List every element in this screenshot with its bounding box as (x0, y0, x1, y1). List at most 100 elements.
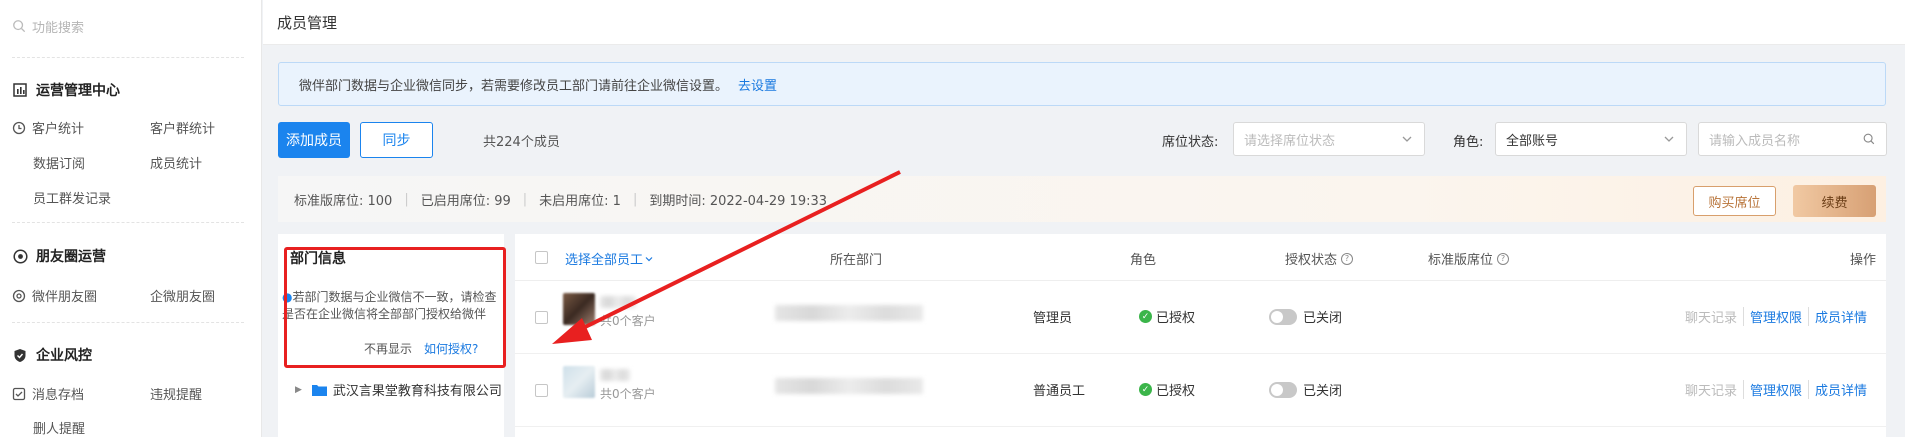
renew-button[interactable]: 续费 (1793, 185, 1876, 217)
blurred-text (600, 296, 636, 308)
avatar-image (563, 366, 595, 398)
archive-icon (12, 387, 26, 401)
chevron-down-icon (1664, 136, 1674, 142)
header-actions: 操作 (1850, 253, 1877, 268)
nav-group-send-records[interactable]: 员工群发记录 (33, 188, 111, 207)
member-name (600, 295, 640, 309)
section-moments[interactable]: 朋友圈运营 (12, 246, 106, 266)
role-cell: 管理员 (1033, 311, 1073, 326)
nav-data-subscription[interactable]: 数据订阅 (33, 153, 85, 172)
nav-group-stats[interactable]: 客户群统计 (150, 118, 215, 137)
seat-toggle[interactable] (1269, 308, 1297, 325)
manage-permissions-link[interactable]: 管理权限 (1743, 307, 1808, 326)
check-circle-icon: ✓ (1139, 310, 1152, 323)
section-risk-control[interactable]: 企业风控 (12, 345, 92, 365)
caret-right-icon[interactable]: ▶ (295, 385, 302, 395)
role-cell: 普通员工 (1033, 384, 1086, 399)
auth-text: 已授权 (1156, 311, 1196, 326)
row-checkbox[interactable] (535, 384, 548, 397)
customer-count: 共0个客户 (600, 314, 656, 328)
blurred-text (775, 378, 923, 394)
enabled-seats: 已启用席位: 99 (420, 193, 511, 209)
section-operations-center[interactable]: 运营管理中心 (12, 80, 120, 100)
divider (12, 57, 244, 58)
member-detail-link[interactable]: 成员详情 (1808, 380, 1873, 399)
function-search-input[interactable]: 功能搜索 (12, 10, 244, 42)
header-label: 授权状态 (1285, 253, 1338, 268)
aperture-icon (12, 289, 26, 303)
nav-label: 成员统计 (150, 157, 203, 172)
sidebar: 功能搜索 运营管理中心 客户统计 客户群统计 数据订阅 成员统计 员工群发记录 … (0, 0, 262, 437)
auth-status-cell: ✓ 已授权 (1139, 380, 1195, 399)
nav-member-stats[interactable]: 成员统计 (150, 153, 202, 172)
row-checkbox[interactable] (535, 311, 548, 324)
manage-permissions-link[interactable]: 管理权限 (1743, 380, 1808, 399)
avatar (563, 366, 595, 398)
header-department: 所在部门 (830, 253, 883, 268)
header-label: 选择全部员工 (565, 253, 644, 268)
avatar (563, 293, 595, 325)
row-actions: 聊天记录 管理权限 成员详情 (1679, 307, 1873, 326)
department-cell (775, 305, 923, 321)
sync-button[interactable]: 同步 (360, 122, 433, 158)
nav-enterprise-moments[interactable]: 企微朋友圈 (150, 286, 215, 305)
section-title: 朋友圈运营 (36, 249, 106, 265)
member-name-search[interactable]: 请输入成员名称 (1698, 122, 1887, 156)
nav-label: 员工群发记录 (33, 192, 112, 207)
annotation-highlight-box (284, 247, 506, 368)
auth-status-cell: ✓ 已授权 (1139, 307, 1195, 326)
help-icon[interactable]: ? (1497, 252, 1510, 265)
divider (12, 222, 244, 223)
help-icon[interactable]: ? (1341, 252, 1354, 265)
blurred-text (775, 305, 923, 321)
main-content: 成员管理 微伴部门数据与企业微信同步，若需要修改员工部门请前往企业微信设置。 去… (263, 0, 1905, 437)
table-row: 共0个客户 管理员 ✓ 已授权 已关闭 聊天记录 管理权限 成员详情 (515, 281, 1886, 354)
role-label: 角色: (1453, 135, 1484, 150)
select-all-dropdown[interactable]: 选择全部员工 (565, 249, 655, 268)
avatar-image (563, 293, 595, 325)
header-role: 角色 (1130, 253, 1157, 268)
chat-records-link[interactable]: 聊天记录 (1679, 307, 1743, 326)
separator: | (632, 191, 638, 207)
nav-customer-stats[interactable]: 客户统计 (12, 118, 84, 137)
seat-toggle[interactable] (1269, 381, 1297, 398)
add-member-button[interactable]: 添加成员 (278, 122, 350, 158)
sync-notice: 微伴部门数据与企业微信同步，若需要修改员工部门请前往企业微信设置。 去设置 (278, 62, 1886, 106)
auth-text: 已授权 (1156, 384, 1196, 399)
nav-label: 客户群统计 (150, 122, 216, 137)
chat-records-link[interactable]: 聊天记录 (1679, 380, 1743, 399)
header-auth-status: 授权状态? (1285, 249, 1354, 268)
nav-wechat-moments[interactable]: 微伴朋友圈 (12, 286, 97, 305)
checkbox[interactable] (535, 384, 548, 397)
member-table: 选择全部员工 所在部门 角色 授权状态? 标准版席位? 操作 共0个客户 管理员… (515, 234, 1886, 437)
go-settings-link[interactable]: 去设置 (738, 75, 777, 94)
member-detail-link[interactable]: 成员详情 (1808, 307, 1873, 326)
nav-label: 数据订阅 (33, 157, 86, 172)
nav-label: 企微朋友圈 (150, 290, 216, 305)
select-all-checkbox[interactable] (535, 251, 548, 264)
seat-status-select[interactable]: 请选择席位状态 (1233, 122, 1425, 156)
divider (12, 322, 244, 323)
table-row: 共0个客户 普通员工 ✓ 已授权 已关闭 聊天记录 管理权限 成员详情 (515, 354, 1886, 427)
nav-label: 消息存档 (32, 388, 85, 403)
folder-icon (311, 384, 327, 396)
buy-seat-button[interactable]: 购买席位 (1693, 186, 1776, 216)
nav-violation-alerts[interactable]: 违规提醒 (150, 384, 202, 403)
header-seat: 标准版席位? (1428, 249, 1510, 268)
seat-toggle-cell: 已关闭 (1269, 307, 1342, 326)
clock-icon (12, 121, 26, 135)
nav-delete-alerts[interactable]: 删人提醒 (33, 418, 85, 437)
role-select[interactable]: 全部账号 (1495, 122, 1687, 156)
select-value: 全部账号 (1506, 133, 1559, 149)
customer-count: 共0个客户 (600, 387, 656, 401)
section-title: 企业风控 (36, 348, 92, 364)
nav-label: 违规提醒 (150, 388, 203, 403)
table-header: 选择全部员工 所在部门 角色 授权状态? 标准版席位? 操作 (515, 234, 1886, 281)
org-tree-node[interactable]: ▶ 武汉言果堂教育科技有限公司 (295, 380, 502, 399)
expire-time: 到期时间: 2022-04-29 19:33 (649, 193, 828, 209)
checkbox[interactable] (535, 311, 548, 324)
checkbox[interactable] (535, 251, 548, 264)
aperture-icon (12, 248, 28, 264)
member-name (600, 368, 640, 382)
nav-message-archive[interactable]: 消息存档 (12, 384, 84, 403)
